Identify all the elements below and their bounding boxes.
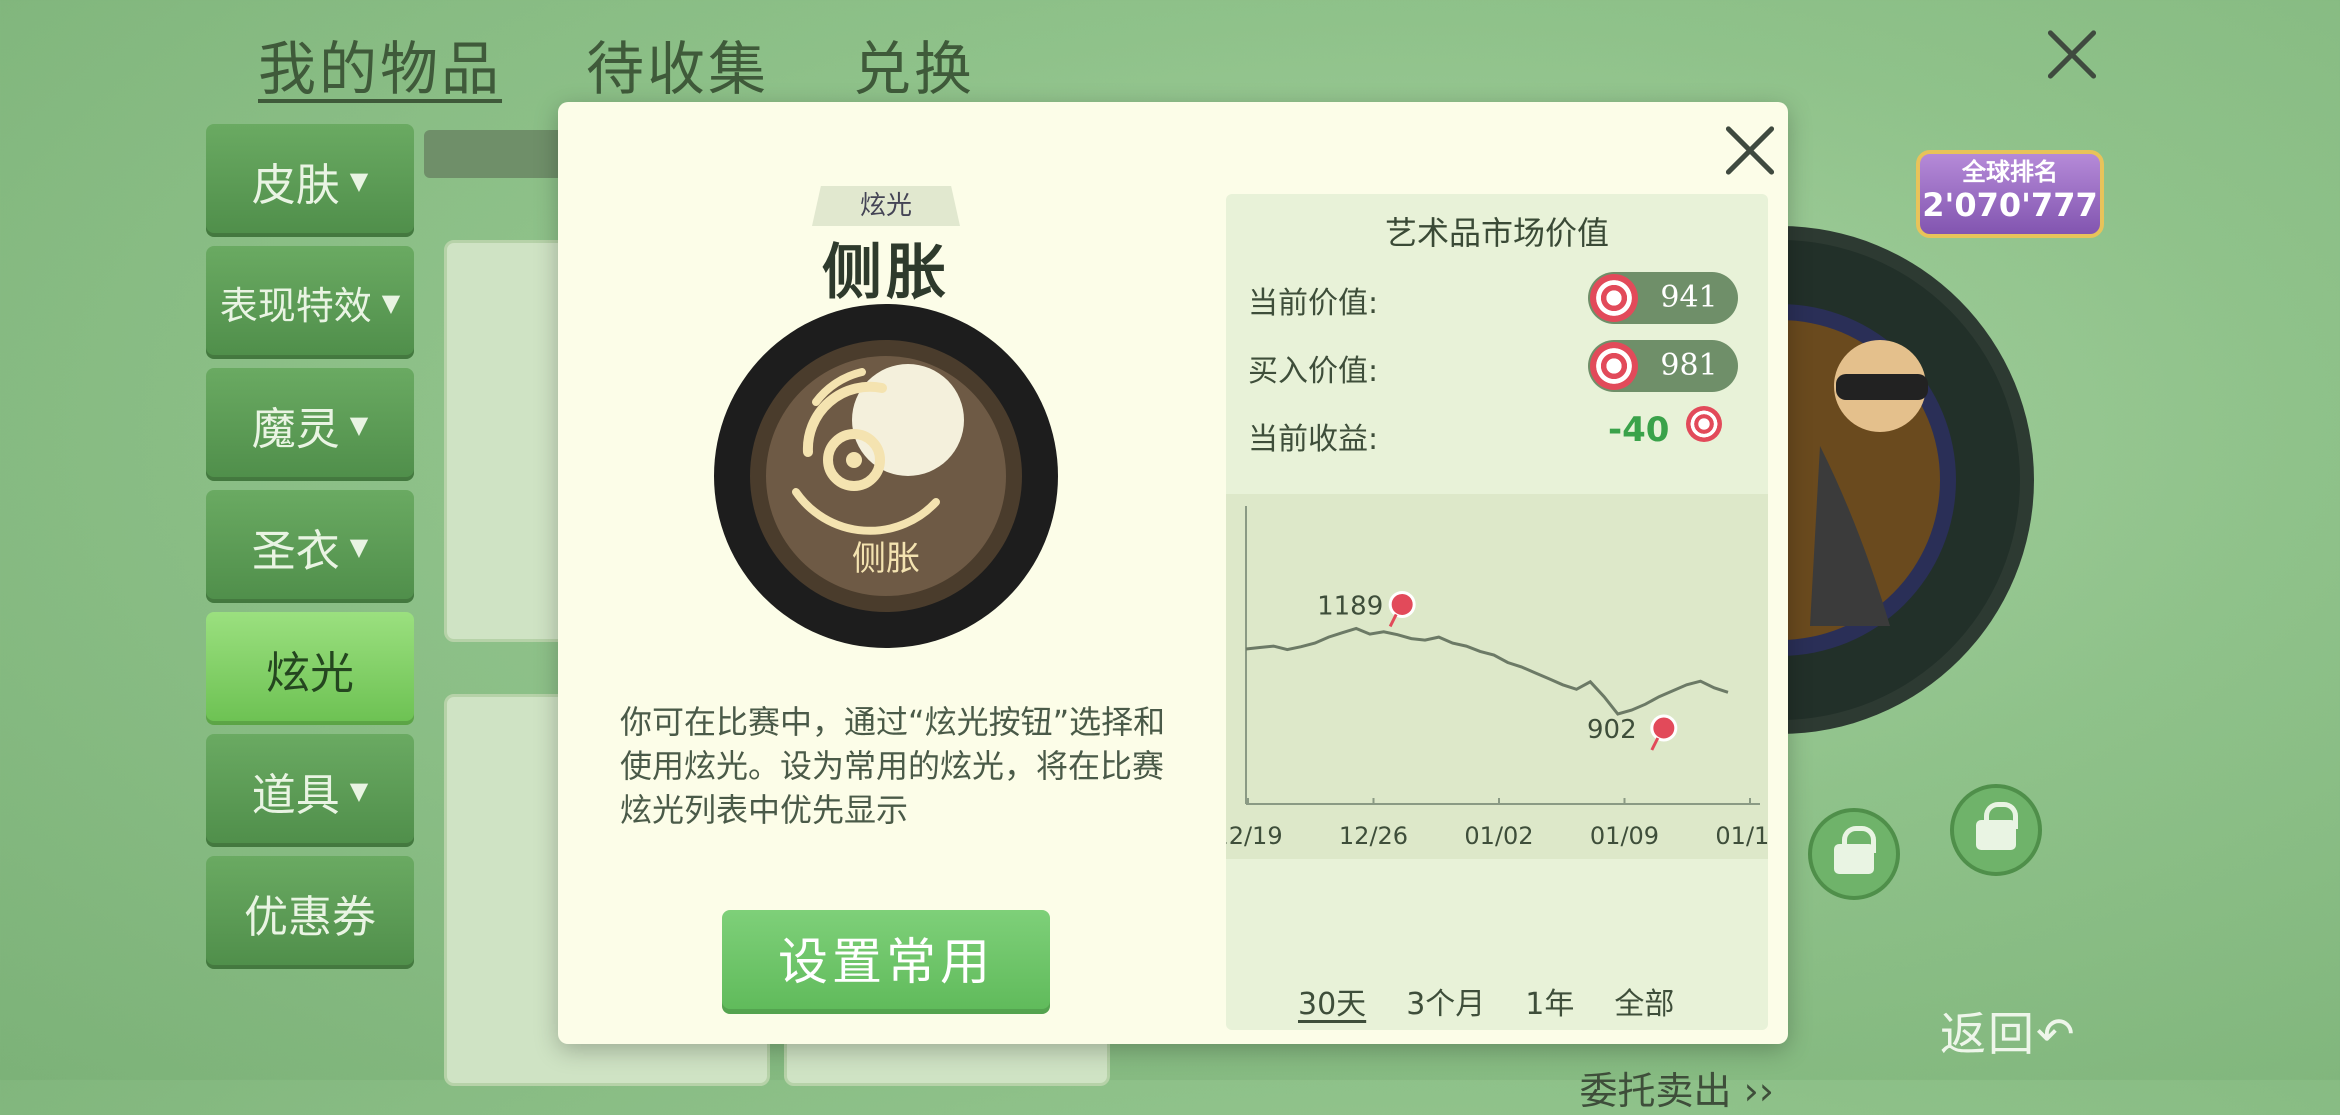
lollipop-icon bbox=[1590, 274, 1638, 322]
item-detail-modal: 炫光 侧胀 侧胀 你可在比赛中，通过“炫光按钮”选择和使用炫光。设为常用的炫光，… bbox=[558, 102, 1788, 1113]
current-value-pill: 941 bbox=[1588, 272, 1738, 324]
current-value: 941 bbox=[1660, 280, 1718, 315]
set-default-button[interactable]: 设置常用 bbox=[722, 910, 1050, 1014]
consign-sell-link[interactable]: 委托卖出 ›› bbox=[1580, 1060, 1774, 1115]
lollipop-icon bbox=[1686, 406, 1722, 442]
buy-value-pill: 981 bbox=[1588, 340, 1738, 392]
tab-my-items[interactable]: 我的物品 bbox=[258, 22, 502, 106]
lollipop-marker bbox=[1650, 714, 1678, 742]
padlock-shape bbox=[1976, 802, 2018, 850]
sidebar-item-spirit[interactable]: 魔灵 ▼ bbox=[206, 368, 414, 481]
caret-down-icon: ▼ bbox=[349, 410, 369, 439]
lollipop-marker bbox=[1388, 590, 1416, 618]
tab-exchange[interactable]: 兑换 bbox=[853, 22, 975, 106]
caret-down-icon: ▼ bbox=[381, 288, 401, 317]
x-tick-label: 01/02 bbox=[1464, 822, 1533, 850]
rank-title: 全球排名 bbox=[1962, 158, 2058, 186]
lollipop-icon bbox=[1590, 342, 1638, 390]
back-button[interactable]: 返回↶ bbox=[1940, 998, 2077, 1064]
caret-down-icon: ▼ bbox=[349, 776, 369, 805]
global-rank-badge[interactable]: 全球排名 2'070'777 bbox=[1916, 150, 2104, 238]
x-tick-label: 01/09 bbox=[1590, 822, 1659, 850]
price-chart: 12/19 12/26 01/02 01/09 01/16 1189 902 bbox=[1213, 506, 1785, 850]
price-chart-area: 12/19 12/26 01/02 01/09 01/16 1189 902 bbox=[1213, 494, 1785, 859]
rank-value: 2'070'777 bbox=[1922, 186, 2098, 224]
sidebar-item-label: 优惠券 bbox=[244, 891, 376, 943]
sidebar-item-label: 皮肤 bbox=[251, 159, 340, 211]
x-tick-label: 01/16 bbox=[1715, 822, 1768, 850]
range-tab-3m[interactable]: 3个月 bbox=[1406, 979, 1485, 1023]
close-icon[interactable] bbox=[1723, 124, 1777, 178]
max-value-label: 1189 bbox=[1317, 591, 1383, 621]
market-value-panel: 艺术品市场价值 当前价值: 941 买入价值: 981 当前收益: -40 12… bbox=[1213, 194, 1785, 1030]
sidebar-item-effects[interactable]: 表现特效 ▼ bbox=[206, 246, 414, 359]
item-description: 你可在比赛中，通过“炫光按钮”选择和使用炫光。设为常用的炫光，将在比赛炫光列表中… bbox=[620, 703, 1166, 829]
sidebar-item-flash[interactable]: 炫光 bbox=[206, 612, 414, 725]
sidebar-item-label: 圣衣 bbox=[251, 525, 340, 577]
category-sidebar: 皮肤 ▼ 表现特效 ▼ 魔灵 ▼ 圣衣 ▼ 炫光 道具 ▼ 优惠券 bbox=[206, 124, 414, 978]
x-tick-label: 12/19 bbox=[1226, 822, 1283, 850]
current-profit: -40 bbox=[1608, 410, 1670, 450]
disc-label: 侧胀 bbox=[852, 539, 920, 579]
price-line bbox=[1245, 626, 1729, 716]
range-tabs: 30天 3个月 1年 全部 bbox=[1298, 979, 1674, 1023]
min-value-label: 902 bbox=[1587, 715, 1637, 745]
current-profit-label: 当前收益: bbox=[1248, 422, 1379, 457]
category-tag: 炫光 bbox=[812, 186, 960, 226]
close-page-icon[interactable] bbox=[2045, 28, 2099, 82]
market-title: 艺术品市场价值 bbox=[1384, 214, 1609, 252]
sidebar-item-armor[interactable]: 圣衣 ▼ bbox=[206, 490, 414, 603]
tab-to-collect[interactable]: 待收集 bbox=[586, 22, 769, 106]
caret-down-icon: ▼ bbox=[349, 532, 369, 561]
caret-down-icon: ▼ bbox=[349, 166, 369, 195]
top-tabs: 我的物品 待收集 兑换 bbox=[258, 22, 975, 106]
lock-icon[interactable] bbox=[1950, 784, 2042, 876]
sidebar-item-label: 炫光 bbox=[266, 647, 354, 699]
sidebar-item-skin[interactable]: 皮肤 ▼ bbox=[206, 124, 414, 237]
range-tab-30d[interactable]: 30天 bbox=[1298, 979, 1366, 1023]
sidebar-item-label: 道具 bbox=[251, 769, 340, 821]
lollipop-stick bbox=[1650, 737, 1660, 751]
padlock-shape bbox=[1834, 826, 1876, 874]
x-tick-label: 12/26 bbox=[1339, 822, 1408, 850]
lollipop-stick bbox=[1388, 613, 1398, 628]
flash-item-disc: 侧胀 bbox=[714, 304, 1058, 648]
range-tab-all[interactable]: 全部 bbox=[1614, 979, 1674, 1023]
buy-value-label: 买入价值: bbox=[1248, 354, 1379, 389]
current-value-label: 当前价值: bbox=[1248, 286, 1379, 321]
sidebar-item-label: 魔灵 bbox=[251, 403, 340, 455]
buy-value: 981 bbox=[1660, 348, 1718, 383]
sidebar-item-coupons[interactable]: 优惠券 bbox=[206, 856, 414, 969]
sidebar-item-props[interactable]: 道具 ▼ bbox=[206, 734, 414, 847]
sidebar-item-label: 表现特效 bbox=[219, 284, 372, 328]
item-name: 侧胀 bbox=[822, 238, 950, 308]
lock-icon[interactable] bbox=[1808, 808, 1900, 900]
range-tab-1y[interactable]: 1年 bbox=[1525, 979, 1574, 1023]
